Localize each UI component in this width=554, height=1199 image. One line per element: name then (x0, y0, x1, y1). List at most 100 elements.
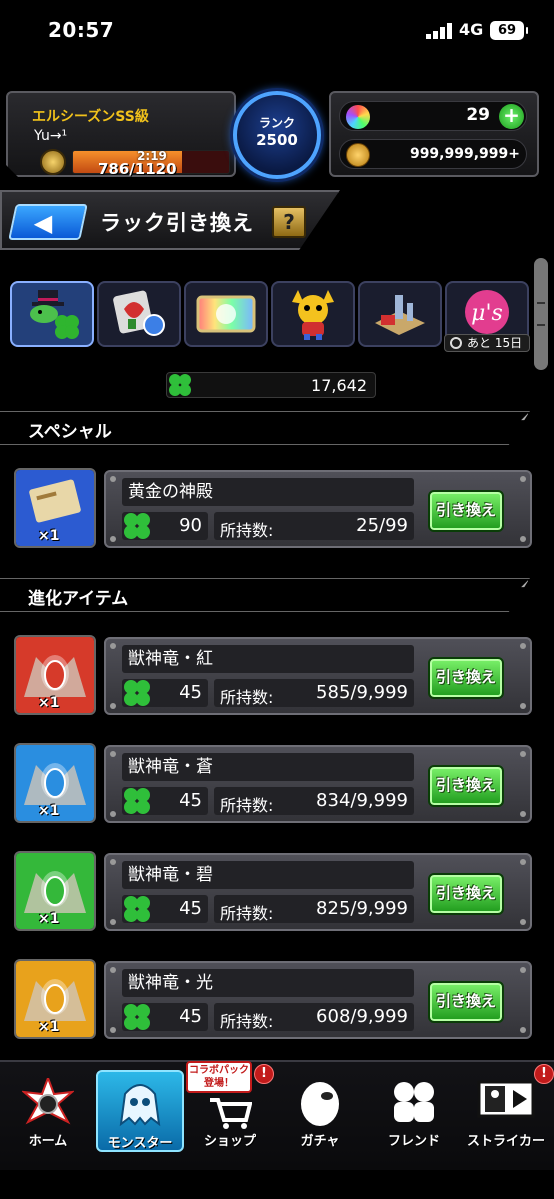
bolt-decoration (520, 703, 526, 709)
tab-ticket-items[interactable] (184, 281, 268, 347)
item-quantity: ×1 (38, 695, 60, 711)
add-orb-button[interactable]: + (499, 104, 524, 129)
nav-label: ショップ (203, 1134, 256, 1149)
exchange-button[interactable]: 引き換え (428, 981, 504, 1023)
tab-potion-items[interactable] (97, 281, 181, 347)
item-thumbnail[interactable]: ×1 (14, 851, 96, 931)
scrollbar-grip[interactable] (537, 302, 545, 326)
tab-monster-items[interactable] (271, 281, 355, 347)
crown-badge-icon (40, 149, 66, 175)
tab-luck-items[interactable] (10, 281, 94, 347)
item-owned: 所持数: 25/99 (214, 512, 414, 540)
bolt-decoration (520, 476, 526, 482)
bottom-nav: ホーム モンスター ショップ ガチャ フレンド ストライカー (0, 1060, 554, 1170)
exchange-item-row: ×1 獣神竜・蒼 45 所持数: 834/9,999 引き換え (0, 741, 554, 825)
item-cost: 45 (122, 895, 208, 923)
bolt-decoration (110, 967, 116, 973)
cost-value: 90 (179, 515, 202, 536)
help-button[interactable]: ? (272, 206, 306, 238)
season-rank-class: エルシーズンSS級 (32, 109, 149, 125)
home-icon (22, 1078, 74, 1125)
section-evolution: 進化アイテム ◢ (0, 578, 530, 612)
item-owned: 所持数: 585/9,999 (214, 679, 414, 707)
potion-icon (113, 290, 165, 336)
bolt-decoration (110, 536, 116, 542)
back-button[interactable]: ◀ (8, 204, 88, 240)
bolt-decoration (520, 967, 526, 973)
item-cost: 45 (122, 1003, 208, 1031)
bolt-decoration (110, 643, 116, 649)
caret-icon: ◢ (521, 579, 528, 589)
bolt-decoration (110, 811, 116, 817)
nav-label: ガチャ (300, 1134, 340, 1149)
item-thumbnail[interactable]: ×1 (14, 635, 96, 715)
item-thumbnail[interactable]: ×1 (14, 468, 96, 548)
stamina-value: 786/1120 (98, 160, 177, 178)
rank-badge[interactable]: ランク 2500 (233, 91, 321, 179)
bolt-decoration (520, 536, 526, 542)
item-cost: 45 (122, 679, 208, 707)
section-title: スペシャル (28, 422, 112, 442)
bolt-decoration (110, 703, 116, 709)
nav-striker[interactable]: ストライカー (462, 1070, 550, 1152)
item-thumbnail[interactable]: ×1 (14, 959, 96, 1039)
item-quantity: ×1 (38, 1019, 60, 1035)
nav-home[interactable]: ホーム (4, 1070, 92, 1152)
item-card: 獣神竜・光 45 所持数: 608/9,999 引き換え (104, 961, 532, 1039)
tower-stage-icon (375, 295, 425, 335)
item-card: 獣神竜・紅 45 所持数: 585/9,999 引き換え (104, 637, 532, 715)
item-owned: 所持数: 825/9,999 (214, 895, 414, 923)
item-thumbnail[interactable]: ×1 (14, 743, 96, 823)
item-name: 獣神竜・蒼 (122, 753, 414, 781)
nav-monster[interactable]: モンスター (96, 1070, 184, 1152)
gold-coin-icon (346, 143, 370, 167)
collab-pack-badge[interactable]: コラボパック登場！ (186, 1061, 252, 1093)
player-name: Yu→¹ (34, 128, 68, 144)
nav-label: ホーム (28, 1134, 68, 1149)
owned-count: 825/9,999 (316, 898, 408, 919)
exchange-button[interactable]: 引き換え (428, 873, 504, 915)
clover-icon (169, 374, 191, 396)
nav-gacha[interactable]: ガチャ (276, 1070, 364, 1152)
exchange-button[interactable]: 引き換え (428, 765, 504, 807)
bolt-decoration (520, 751, 526, 757)
striker-alert-icon: ! (534, 1064, 554, 1084)
exchange-button[interactable]: 引き換え (428, 490, 504, 532)
svg-text:μ's: μ's (471, 301, 503, 326)
clover-hat-icon (30, 290, 79, 339)
item-card: 黄金の神殿 90 所持数: 25/99 引き換え (104, 470, 532, 548)
player-header: エルシーズンSS級 Yu→¹ 2:19 786/1120 ランク 2500 29… (4, 89, 549, 181)
item-owned: 所持数: 608/9,999 (214, 1003, 414, 1031)
scrollbar[interactable] (534, 258, 548, 370)
clover-icon (124, 680, 150, 706)
nav-friend[interactable]: フレンド (370, 1070, 458, 1152)
bolt-decoration (520, 859, 526, 865)
orb-icon (346, 105, 370, 129)
orb-counter: 29 + (339, 101, 527, 131)
signal-icon (426, 23, 452, 39)
exchange-item-row: ×1 黄金の神殿 90 所持数: 25/99 引き換え (0, 466, 554, 550)
exchange-button[interactable]: 引き換え (428, 657, 504, 699)
page-title: ラック引き換え (100, 211, 254, 235)
deadline-label: あと 15日 (444, 334, 530, 352)
owned-label: 所持数: (220, 796, 274, 815)
bolt-decoration (110, 1027, 116, 1033)
owned-label: 所持数: (220, 904, 274, 923)
gold-count: 999,999,999+ (409, 146, 520, 162)
cost-value: 45 (179, 682, 202, 703)
clover-icon (124, 896, 150, 922)
network-type: 4G (459, 20, 484, 39)
tab-stage-items[interactable] (358, 281, 442, 347)
currency-panel: 29 + 999,999,999+ (329, 91, 539, 177)
bolt-decoration (520, 1027, 526, 1033)
clock-icon (450, 337, 462, 349)
clover-icon (124, 1004, 150, 1030)
bolt-decoration (110, 476, 116, 482)
collab-logo-icon: μ's (465, 290, 509, 334)
rank-value: 2500 (256, 131, 298, 149)
owned-label: 所持数: (220, 1012, 274, 1031)
status-bar: 20:57 4G 69 (0, 0, 554, 62)
player-panel[interactable]: エルシーズンSS級 Yu→¹ 2:19 786/1120 (6, 91, 236, 177)
monster-character-icon (292, 290, 334, 340)
owned-count: 585/9,999 (316, 682, 408, 703)
